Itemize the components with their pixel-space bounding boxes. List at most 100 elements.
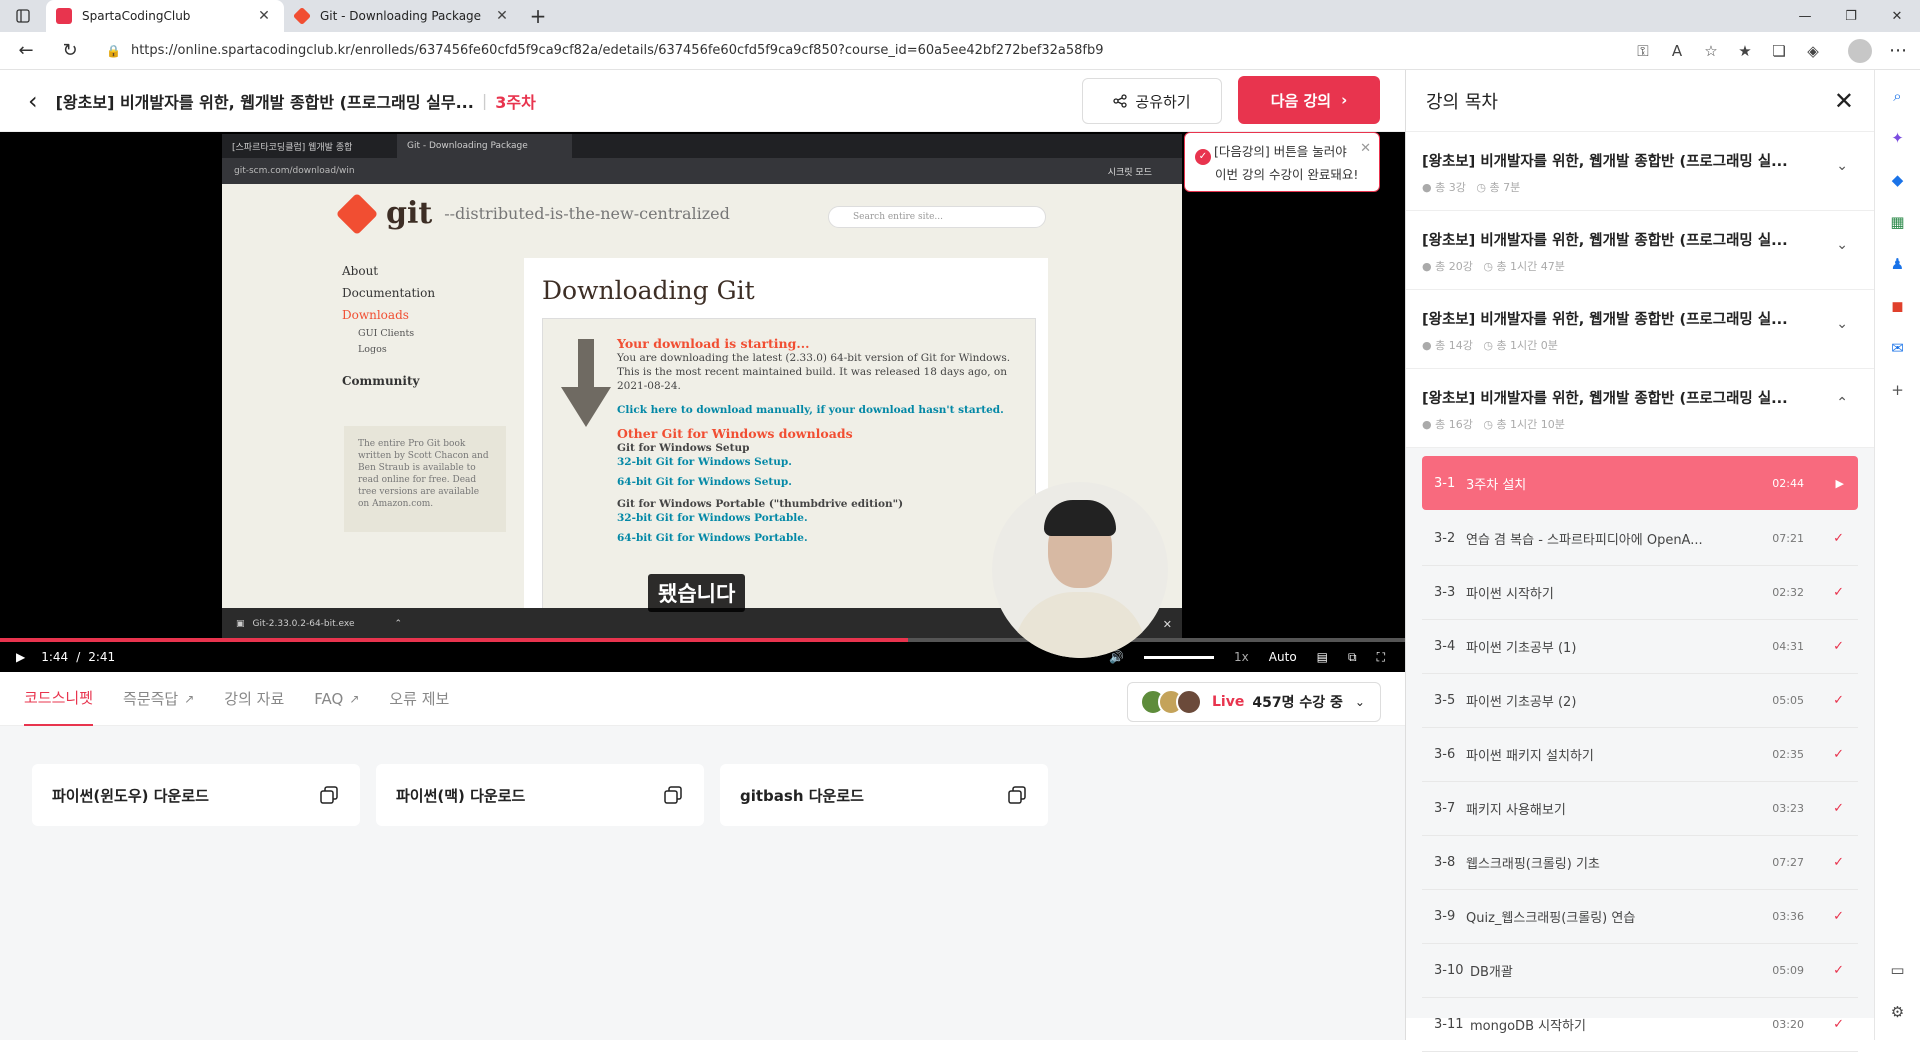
copy-icon[interactable]	[664, 786, 682, 804]
lesson-item[interactable]: 3-10 DB개괄 05:09 ✓	[1422, 944, 1858, 998]
video-player[interactable]: [스파르타코딩클럽] 웹개발 종합 Git - Downloading Pack…	[0, 132, 1405, 672]
add-icon[interactable]: +	[1884, 376, 1912, 404]
viewer-count: 457명 수강 중	[1252, 695, 1343, 711]
external-link-icon: ↗	[349, 691, 360, 706]
lesson-item[interactable]: 3-8 웹스크래핑(크롤링) 기초 07:27 ✓	[1422, 836, 1858, 890]
lock-icon[interactable]: 🔒	[106, 44, 121, 58]
more-menu-icon[interactable]: ⋯	[1880, 35, 1916, 67]
back-icon[interactable]: ←	[8, 35, 44, 67]
video-controls: ▶ 1:44 / 2:41 🔊 1x Auto ▤ ⧉ ⛶	[0, 642, 1405, 672]
playback-speed[interactable]: 1x	[1234, 650, 1249, 664]
git-nav-subitem: GUI Clients	[358, 328, 415, 339]
new-tab-icon[interactable]: +	[522, 0, 554, 32]
lesson-item[interactable]: 3-9 Quiz_웹스크래핑(크롤링) 연습 03:36 ✓	[1422, 890, 1858, 944]
lesson-title: 연습 겸 복습 - 스파르타피디아에 OpenA...	[1466, 533, 1703, 548]
snippet-card-python-windows[interactable]: 파이썬(윈도우) 다운로드	[32, 764, 360, 826]
volume-slider[interactable]	[1144, 655, 1215, 659]
git-favicon-icon	[292, 6, 312, 26]
add-favorite-icon[interactable]: ☆	[1694, 36, 1728, 66]
restore-icon[interactable]: ❐	[1828, 0, 1874, 32]
week-label: 3주차	[495, 92, 536, 112]
toc-section[interactable]: [왕초보] 비개발자를 위한, 웹개발 종합반 (프로그래밍 실... ● 총 …	[1406, 132, 1874, 211]
chevron-right-icon: ›	[1341, 91, 1348, 109]
tab-faq[interactable]: FAQ ↗	[314, 672, 359, 726]
section-title: [왕초보] 비개발자를 위한, 웹개발 종합반 (프로그래밍 실...	[1422, 312, 1788, 328]
quality-selector[interactable]: Auto	[1269, 650, 1297, 664]
favorites-icon[interactable]: ★	[1728, 36, 1762, 66]
section-title: [왕초보] 비개발자를 위한, 웹개발 종합반 (프로그래밍 실...	[1422, 154, 1788, 170]
download-arrow-icon	[561, 339, 611, 427]
tab-bug-report[interactable]: 오류 제보	[389, 672, 449, 726]
section-title: [왕초보] 비개발자를 위한, 웹개발 종합반 (프로그래밍 실...	[1422, 233, 1788, 249]
toc-section[interactable]: [왕초보] 비개발자를 위한, 웹개발 종합반 (프로그래밍 실... ● 총 …	[1406, 211, 1874, 290]
extension-icon[interactable]: ◈	[1796, 36, 1830, 66]
tooltip-close-icon[interactable]: ✕	[1360, 139, 1371, 159]
lesson-duration: 07:21	[1772, 532, 1804, 545]
tab-qna[interactable]: 즉문즉답 ↗	[123, 672, 194, 726]
collections-icon[interactable]: ❏	[1762, 36, 1796, 66]
tab-materials[interactable]: 강의 자료	[224, 672, 284, 726]
settings-icon[interactable]: ⚙	[1884, 998, 1912, 1026]
copilot-icon[interactable]: ✦	[1884, 124, 1912, 152]
outlook-icon[interactable]: ✉	[1884, 334, 1912, 362]
snippet-card-python-mac[interactable]: 파이썬(맥) 다운로드	[376, 764, 704, 826]
lesson-title: 웹스크래핑(크롤링) 기초	[1466, 857, 1600, 872]
toc-section[interactable]: [왕초보] 비개발자를 위한, 웹개발 종합반 (프로그래밍 실... ● 총 …	[1406, 290, 1874, 369]
lesson-duration: 05:09	[1772, 964, 1804, 977]
read-aloud-icon[interactable]: A	[1660, 36, 1694, 66]
fullscreen-icon[interactable]: ⛶	[1377, 650, 1385, 665]
pip-icon[interactable]: ⧉	[1348, 650, 1357, 665]
toc-title: 강의 목차	[1426, 91, 1498, 113]
back-chevron-icon[interactable]: ‹	[28, 87, 38, 115]
section-meta: ● 총 14강 ◷ 총 1시간 0분	[1422, 339, 1558, 352]
lesson-item[interactable]: 3-6 파이썬 패키지 설치하기 02:35 ✓	[1422, 728, 1858, 782]
key-icon[interactable]: ⚿	[1626, 36, 1660, 66]
minimize-icon[interactable]: —	[1782, 0, 1828, 32]
tab-actions-icon[interactable]	[0, 0, 46, 32]
lesson-title: mongoDB 시작하기	[1470, 1019, 1586, 1034]
copy-icon[interactable]	[1008, 786, 1026, 804]
lesson-item[interactable]: 3-7 패키지 사용해보기 03:23 ✓	[1422, 782, 1858, 836]
close-window-icon[interactable]: ✕	[1874, 0, 1920, 32]
live-viewers[interactable]: Live 457명 수강 중 ⌄	[1127, 682, 1381, 722]
play-icon[interactable]: ▶	[16, 650, 25, 664]
tools-icon[interactable]: ▦	[1884, 208, 1912, 236]
lesson-item[interactable]: 3-4 파이썬 기초공부 (1) 04:31 ✓	[1422, 620, 1858, 674]
tooltip-line2: 이번 강의 수강이 완료돼요!	[1215, 167, 1359, 182]
toc-section-expanded[interactable]: [왕초보] 비개발자를 위한, 웹개발 종합반 (프로그래밍 실... ● 총 …	[1406, 369, 1874, 448]
url-field[interactable]: 🔒 https://online.spartacodingclub.kr/enr…	[96, 36, 1618, 66]
search-icon[interactable]: ⌕	[1884, 82, 1912, 110]
subtitles-icon[interactable]: ▤	[1317, 650, 1328, 664]
browser-tab-spartacodingclub[interactable]: SpartaCodingClub ✕	[46, 0, 284, 32]
sidebar-toggle-icon[interactable]: ▭	[1884, 956, 1912, 984]
lesson-item[interactable]: 3-3 파이썬 시작하기 02:32 ✓	[1422, 566, 1858, 620]
close-tab-icon[interactable]: ✕	[254, 8, 274, 24]
lesson-item[interactable]: 3-2 연습 겸 복습 - 스파르타피디아에 OpenA... 07:21 ✓	[1422, 512, 1858, 566]
share-button[interactable]: 공유하기	[1082, 78, 1222, 124]
file-icon: ▣	[236, 619, 245, 629]
close-tab-icon[interactable]: ✕	[492, 8, 512, 24]
copy-icon[interactable]	[320, 786, 338, 804]
tab-code-snippet[interactable]: 코드스니펫	[24, 672, 94, 726]
video-caption: 됐습니다	[648, 574, 746, 612]
shopping-icon[interactable]: ◆	[1884, 166, 1912, 194]
browser-tab-git[interactable]: Git - Downloading Package ✕	[284, 0, 522, 32]
divider: |	[481, 91, 488, 110]
lesson-title: 파이썬 시작하기	[1466, 587, 1554, 602]
games-icon[interactable]: ♟	[1884, 250, 1912, 278]
lesson-duration: 04:31	[1772, 640, 1804, 653]
snippet-label: 파이썬(맥) 다운로드	[396, 786, 526, 805]
next-lesson-button[interactable]: 다음 강의 ›	[1238, 76, 1380, 124]
video-url: git-scm.com/download/win	[234, 166, 355, 176]
snippet-card-gitbash[interactable]: gitbash 다운로드	[720, 764, 1048, 826]
git-nav-subitem: Logos	[358, 344, 387, 355]
office-icon[interactable]: ◼	[1884, 292, 1912, 320]
refresh-icon[interactable]: ↻	[52, 35, 88, 67]
lesson-item[interactable]: 3-5 파이썬 기초공부 (2) 05:05 ✓	[1422, 674, 1858, 728]
profile-avatar[interactable]	[1848, 38, 1872, 63]
lesson-item[interactable]: 3-11 mongoDB 시작하기 03:20 ✓	[1422, 998, 1858, 1052]
lesson-item[interactable]: 3-1 3주차 설치 02:44 ▶	[1422, 456, 1858, 510]
close-toc-icon[interactable]: ✕	[1834, 87, 1854, 115]
video-tab: Git - Downloading Package	[397, 134, 572, 158]
git-nav-item: Downloads	[342, 308, 409, 322]
